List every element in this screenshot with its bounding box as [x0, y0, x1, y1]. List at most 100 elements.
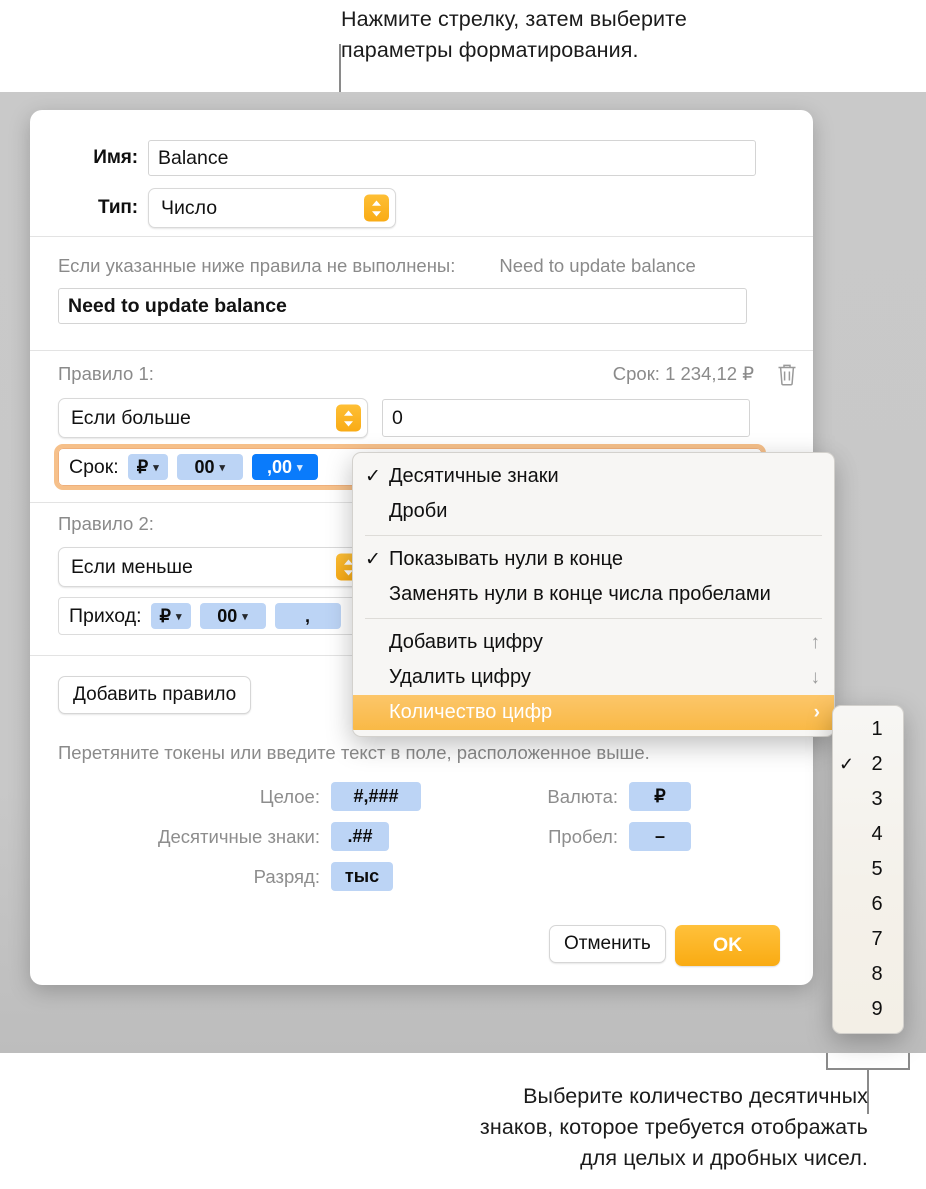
top-callout-caption: Нажмите стрелку, затем выберите параметр…: [341, 7, 687, 62]
chevron-down-icon: ▾: [175, 610, 182, 623]
arrow-up-icon: ↑: [810, 631, 821, 653]
rule-2-condition-value: Если меньше: [71, 555, 193, 578]
bottom-leader-bracket-right: [908, 1053, 910, 1070]
palette-token-integer[interactable]: #,###: [331, 782, 421, 811]
submenu-item-label: 6: [871, 893, 883, 915]
drag-hint-text: Перетяните токены или введите текст в по…: [58, 742, 650, 763]
rule-2-condition-select[interactable]: Если меньше: [58, 547, 368, 587]
rule-2-format-prefix: Приход:: [69, 604, 142, 627]
rule-1-title: Правило 1:: [58, 363, 154, 384]
chevron-down-icon: ▾: [219, 461, 226, 474]
rule-1-condition-value: Если больше: [71, 406, 191, 429]
menu-divider: [365, 535, 822, 536]
rule-1-value-input[interactable]: 0: [382, 399, 750, 437]
token-decimals[interactable]: ,00 ▾: [251, 454, 318, 480]
delete-rule-1-icon[interactable]: [776, 362, 798, 386]
palette-label-integer: Целое:: [259, 785, 320, 807]
submenu-item-6[interactable]: 6: [833, 887, 903, 922]
name-input[interactable]: Balance: [148, 140, 756, 176]
type-select[interactable]: Число: [148, 188, 396, 228]
screenshot-root: Нажмите стрелку, затем выберите параметр…: [0, 0, 926, 1189]
rule-1-preview: Срок: 1 234,12 ₽: [612, 363, 754, 384]
format-options-menu: ✓ Десятичные знаки Дроби ✓ Показывать ну…: [352, 452, 835, 737]
type-label: Тип:: [98, 197, 138, 218]
token-integer-label: 00: [217, 605, 238, 626]
submenu-item-label: 3: [871, 788, 883, 810]
submenu-item-label: 9: [871, 998, 883, 1020]
menu-item-remove-digit[interactable]: Удалить цифру ↓: [353, 660, 834, 695]
chevron-down-icon: ▾: [296, 461, 303, 474]
chevron-right-icon: ›: [813, 701, 820, 723]
token-integer[interactable]: 00 ▾: [199, 603, 266, 629]
divider-rule1: [30, 350, 813, 351]
submenu-item-label: 7: [871, 928, 883, 950]
name-label: Имя:: [93, 147, 138, 168]
bottom-callout-caption: Выберите количество десятичных знаков, к…: [479, 1084, 868, 1170]
submenu-item-label: 8: [871, 963, 883, 985]
palette-label-decimals: Десятичные знаки:: [157, 825, 320, 847]
token-currency[interactable]: ₽ ▾: [127, 454, 168, 480]
menu-item-digit-count[interactable]: Количество цифр ›: [353, 695, 834, 730]
menu-item-replace-trailing-zeros[interactable]: Заменять нули в конце числа пробелами: [353, 577, 834, 612]
digit-count-submenu: 1 ✓ 2 3 4 5 6 7 8 9: [832, 705, 904, 1034]
add-rule-button[interactable]: Добавить правило: [58, 676, 252, 714]
divider-top: [30, 236, 813, 237]
token-decimals[interactable]: ,: [274, 603, 341, 629]
submenu-item-1[interactable]: 1: [833, 712, 903, 747]
menu-item-label: Дроби: [389, 500, 448, 522]
chevron-down-icon: ▾: [242, 610, 248, 623]
checkmark-icon: ✓: [839, 754, 855, 774]
menu-item-decimal-places[interactable]: ✓ Десятичные знаки: [353, 459, 834, 494]
type-row: Тип: Число: [30, 188, 813, 228]
palette-label-space: Пробел:: [548, 825, 618, 847]
palette-token-space[interactable]: –: [629, 822, 691, 851]
type-select-value: Число: [161, 196, 218, 219]
menu-item-show-trailing-zeros[interactable]: ✓ Показывать нули в конце: [353, 542, 834, 577]
submenu-item-9[interactable]: 9: [833, 992, 903, 1027]
submenu-item-label: 5: [871, 858, 883, 880]
submenu-item-label: 1: [871, 718, 883, 740]
token-currency-label: ₽: [159, 605, 171, 626]
submenu-item-5[interactable]: 5: [833, 852, 903, 887]
checkmark-icon: ✓: [365, 466, 381, 487]
menu-item-label: Добавить цифру: [389, 631, 543, 653]
palette-label-currency: Валюта:: [547, 785, 618, 807]
arrow-down-icon: ↓: [810, 666, 821, 688]
palette-token-decimals[interactable]: .##: [331, 822, 389, 851]
name-row: Имя: Balance: [30, 140, 813, 176]
checkmark-icon: ✓: [365, 549, 381, 570]
palette-token-currency[interactable]: ₽: [629, 782, 691, 811]
menu-item-add-digit[interactable]: Добавить цифру ↑: [353, 625, 834, 660]
menu-item-fractions[interactable]: Дроби: [353, 494, 834, 529]
token-decimals-label: ,: [304, 605, 310, 626]
fallback-preview: Need to update balance: [499, 255, 696, 276]
submenu-item-8[interactable]: 8: [833, 957, 903, 992]
palette-token-scale[interactable]: тыс: [331, 862, 393, 891]
palette-left: Целое: #,### Десятичные знаки: .## Разря…: [130, 782, 430, 891]
fallback-row: Если указанные ниже правила не выполнены…: [58, 255, 798, 277]
cancel-button[interactable]: Отменить: [549, 925, 666, 963]
chevron-down-icon: ▾: [153, 461, 159, 474]
rule-1-condition-select[interactable]: Если больше: [58, 398, 368, 438]
submenu-item-label: 4: [871, 823, 883, 845]
menu-item-label: Десятичные знаки: [389, 465, 559, 487]
menu-item-label: Количество цифр: [389, 701, 553, 723]
token-integer[interactable]: 00 ▾: [176, 454, 243, 480]
rule-1-format-prefix: Срок:: [69, 455, 119, 478]
token-decimals-label: ,00: [266, 456, 292, 477]
token-currency[interactable]: ₽ ▾: [150, 603, 191, 629]
submenu-item-4[interactable]: 4: [833, 817, 903, 852]
submenu-item-7[interactable]: 7: [833, 922, 903, 957]
submenu-item-2[interactable]: ✓ 2: [833, 747, 903, 782]
menu-item-label: Показывать нули в конце: [389, 548, 624, 570]
submenu-item-3[interactable]: 3: [833, 782, 903, 817]
token-currency-label: ₽: [136, 456, 149, 477]
menu-item-label: Заменять нули в конце числа пробелами: [389, 583, 771, 605]
chevron-updown-icon[interactable]: [364, 194, 389, 222]
fallback-input[interactable]: Need to update balance: [58, 288, 747, 324]
chevron-updown-icon[interactable]: [336, 404, 361, 432]
submenu-item-label: 2: [871, 753, 883, 775]
fallback-label: Если указанные ниже правила не выполнены…: [58, 255, 456, 276]
token-integer-label: 00: [194, 456, 215, 477]
ok-button[interactable]: OK: [675, 925, 781, 966]
